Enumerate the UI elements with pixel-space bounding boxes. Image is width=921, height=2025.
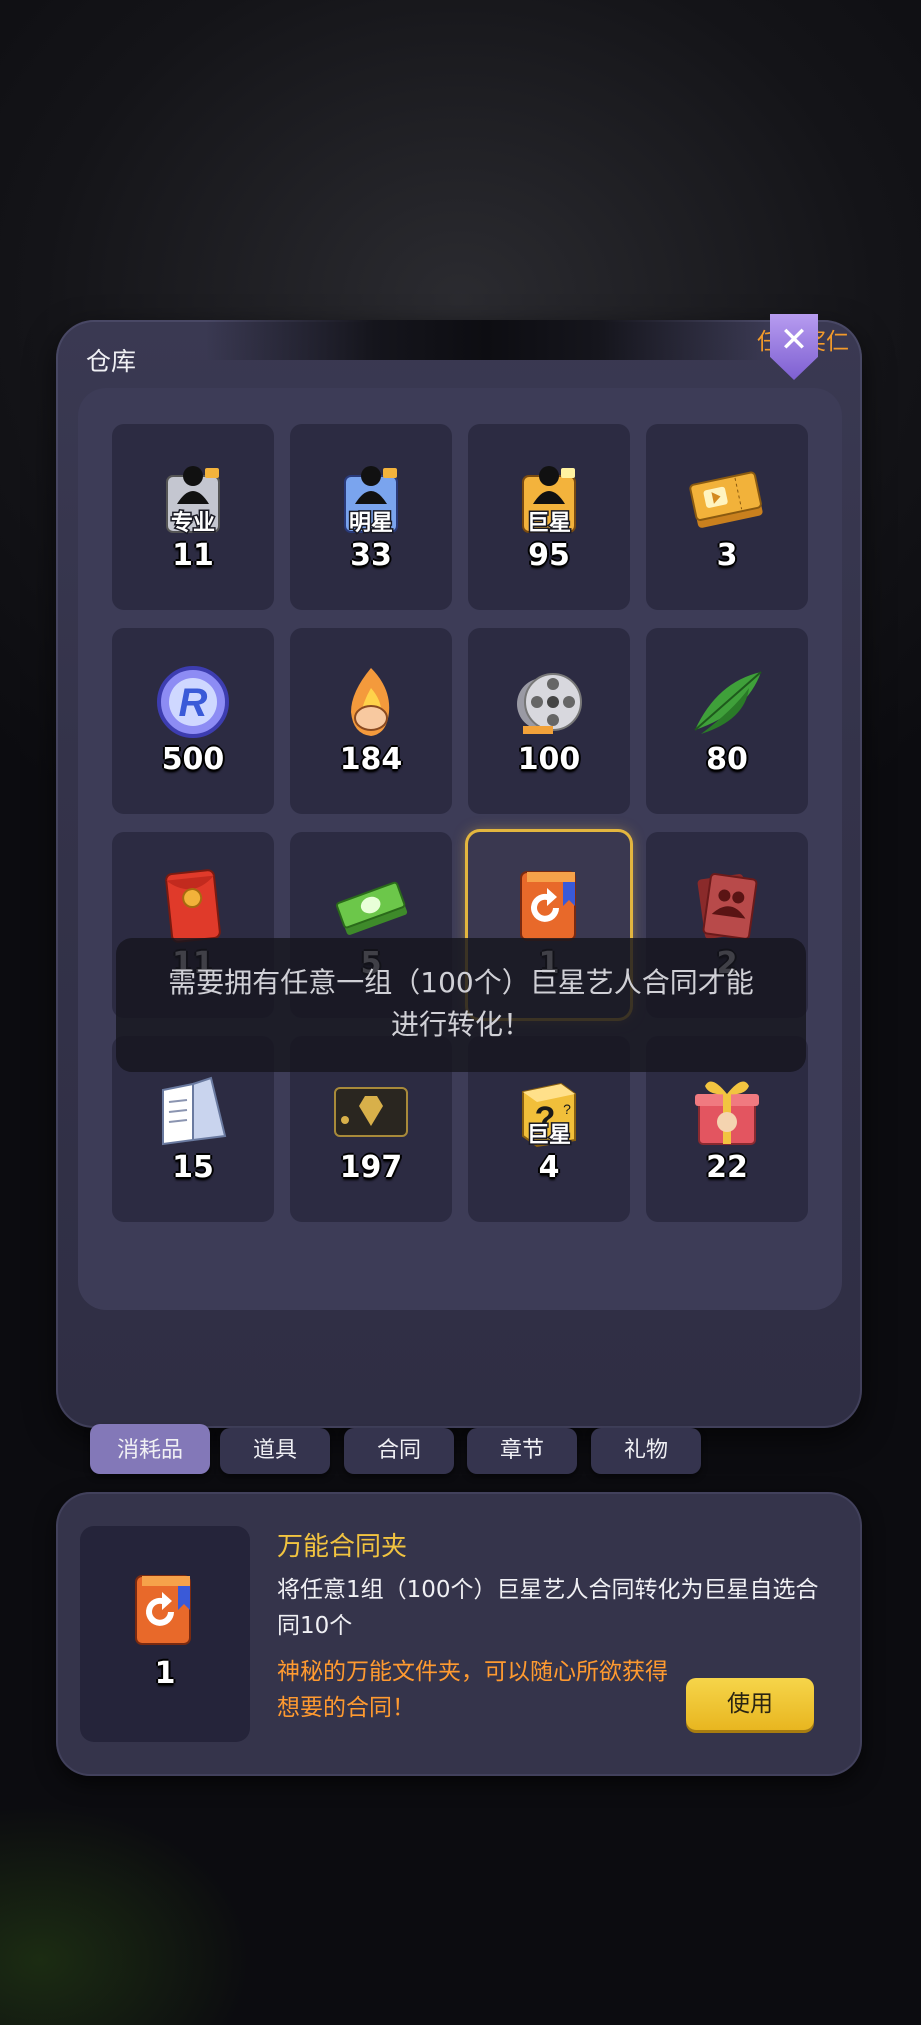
mystery-box-icon: ? ?巨星 — [522, 1082, 576, 1150]
item-slot[interactable]: 100 — [468, 628, 630, 814]
item-icon-label: 明星 — [349, 511, 393, 536]
toast-message: 需要拥有任意一组（100个）巨星艺人合同才能进行转化！ — [116, 938, 806, 1072]
item-count: 22 — [706, 1150, 748, 1185]
item-slot[interactable]: 3 — [646, 424, 808, 610]
tab-gifts[interactable]: 礼物 — [591, 1428, 701, 1474]
leaf-icon — [694, 671, 762, 734]
item-count: 95 — [528, 538, 570, 573]
tab-consumables[interactable]: 消耗品 — [90, 1424, 210, 1474]
item-count: 197 — [339, 1150, 403, 1185]
detail-item-description: 将任意1组（100个）巨星艺人合同转化为巨星自选合同10个 — [277, 1577, 819, 1639]
item-count: 184 — [339, 742, 403, 777]
item-count: 500 — [161, 742, 225, 777]
item-grid: 专业11明星33巨星953R500184100801151215197??巨星4… — [78, 388, 842, 1310]
detail-item-name: 万能合同夹 — [277, 1532, 408, 1562]
red-envelope-icon — [165, 869, 221, 943]
item-slot[interactable]: 专业 11 — [112, 424, 274, 610]
item-count: 15 — [172, 1150, 214, 1185]
item-count: 3 — [716, 538, 738, 573]
item-icon-label: 巨星 — [527, 511, 571, 536]
item-detail-panel: 1 万能合同夹 将任意1组（100个）巨星艺人合同转化为巨星自选合同10个 神秘… — [56, 1492, 862, 1776]
tab-chapters[interactable]: 章节 — [467, 1428, 577, 1474]
contract-folder-icon — [520, 871, 576, 941]
item-count: 100 — [517, 742, 581, 777]
panel-title: 仓库 — [86, 347, 137, 376]
close-x-icon: ✕ — [779, 320, 809, 360]
r-coin-icon: R — [157, 666, 229, 738]
item-icon-label: 专业 — [171, 510, 215, 536]
contract-star-icon: 明星 — [344, 466, 398, 538]
detail-item-preview: 1 — [80, 1526, 250, 1742]
contract-superstar-icon: 巨星 — [522, 466, 576, 538]
warehouse-panel: 仓库 专业11明星33巨星953R500184100801151215197??… — [56, 320, 862, 1428]
item-slot[interactable]: 80 — [646, 628, 808, 814]
item-slot[interactable]: 巨星 95 — [468, 424, 630, 610]
script-book-icon — [162, 1076, 227, 1146]
detail-item-count: 1 — [154, 1656, 176, 1691]
item-count: 11 — [172, 538, 214, 573]
item-count: 4 — [538, 1150, 560, 1185]
item-slot[interactable]: 明星 33 — [290, 424, 452, 610]
item-slot[interactable]: 184 — [290, 628, 452, 814]
hand-fire-icon — [351, 668, 390, 736]
gift-box-icon — [695, 1081, 759, 1145]
use-button[interactable]: 使用 — [686, 1678, 814, 1730]
tab-contracts[interactable]: 合同 — [344, 1428, 454, 1474]
ticket-icon — [689, 471, 763, 528]
photo-cards-icon — [697, 873, 758, 940]
item-count: 80 — [706, 742, 748, 777]
contract-folder-icon — [135, 1575, 191, 1645]
item-count: 33 — [350, 538, 392, 573]
film-reel-icon — [517, 673, 582, 734]
contract-pro-icon: 专业 — [166, 466, 220, 538]
detail-item-flavor: 神秘的万能文件夹，可以随心所欲获得想要的合同！ — [277, 1659, 668, 1721]
black-card-icon — [334, 1087, 408, 1137]
item-slot[interactable]: R 500 — [112, 628, 274, 814]
svg-text:?: ? — [563, 1101, 571, 1117]
svg-text:R: R — [179, 681, 208, 725]
tab-props[interactable]: 道具 — [220, 1428, 330, 1474]
item-icon-label: 巨星 — [527, 1123, 571, 1148]
panel-top-bar — [206, 320, 766, 360]
cash-stack-icon — [335, 881, 408, 935]
